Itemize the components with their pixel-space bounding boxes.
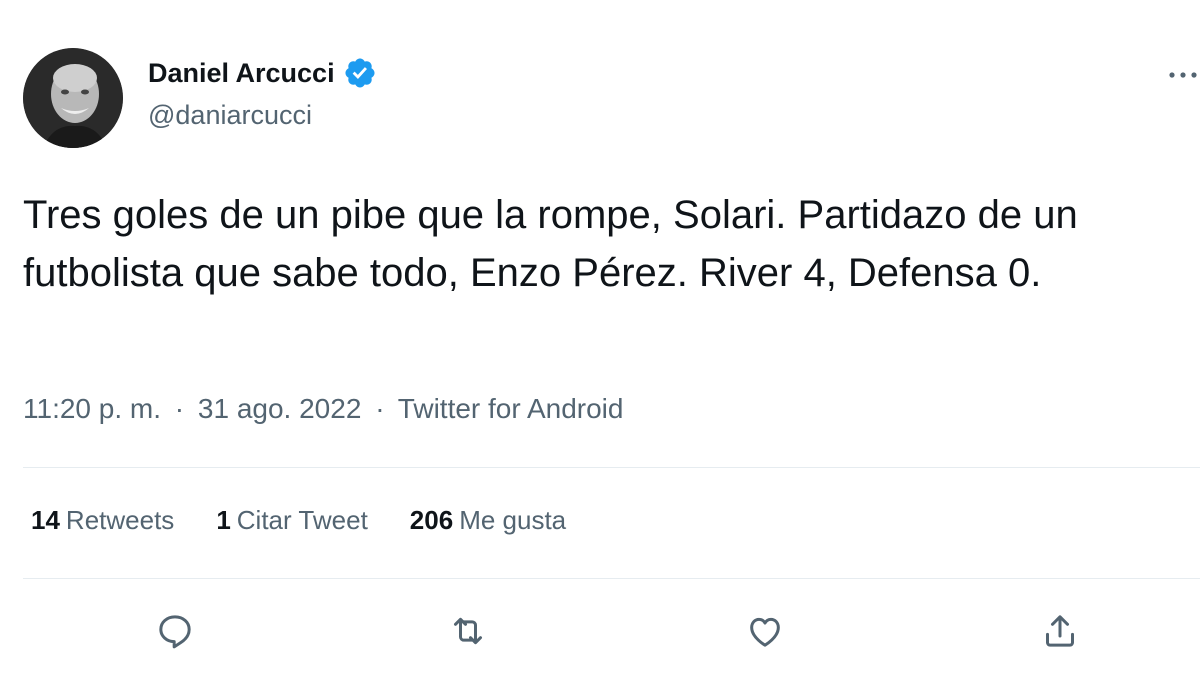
meta-separator: · bbox=[174, 393, 185, 424]
tweet-meta: 11:20 p. m. · 31 ago. 2022 · Twitter for… bbox=[23, 393, 623, 425]
reply-button[interactable] bbox=[150, 606, 200, 656]
retweet-button[interactable] bbox=[443, 606, 493, 656]
like-button[interactable] bbox=[740, 606, 790, 656]
likes-label: Me gusta bbox=[459, 505, 567, 535]
tweet-date[interactable]: 31 ago. 2022 bbox=[198, 393, 362, 424]
tweet-stats: 14 Retweets 1 Citar Tweet 206 Me gusta bbox=[31, 505, 566, 536]
divider bbox=[23, 578, 1200, 579]
heart-icon bbox=[750, 617, 780, 647]
tweet-time[interactable]: 11:20 p. m. bbox=[23, 393, 161, 424]
retweets-stat[interactable]: 14 Retweets bbox=[31, 505, 174, 536]
author-name-row: Daniel Arcucci bbox=[148, 56, 377, 90]
reply-icon bbox=[159, 615, 191, 649]
share-icon bbox=[1046, 615, 1074, 647]
tweet-actions bbox=[0, 606, 1200, 656]
avatar[interactable] bbox=[23, 48, 123, 148]
author-handle[interactable]: @daniarcucci bbox=[148, 100, 312, 131]
quotes-stat[interactable]: 1 Citar Tweet bbox=[216, 505, 367, 536]
quotes-count: 1 bbox=[216, 505, 231, 535]
divider bbox=[23, 467, 1200, 468]
likes-stat[interactable]: 206 Me gusta bbox=[410, 505, 566, 536]
share-button[interactable] bbox=[1035, 606, 1085, 656]
verified-badge-icon bbox=[343, 56, 377, 90]
avatar-photo bbox=[23, 48, 123, 148]
tweet-source[interactable]: Twitter for Android bbox=[398, 393, 624, 424]
likes-count: 206 bbox=[409, 505, 454, 535]
retweets-label: Retweets bbox=[65, 505, 175, 535]
tweet-card: Daniel Arcucci @daniarcucci Tres goles d… bbox=[0, 0, 1200, 675]
author-display-name[interactable]: Daniel Arcucci bbox=[148, 58, 335, 89]
meta-separator: · bbox=[375, 393, 385, 424]
tweet-text: Tres goles de un pibe que la rompe, Sola… bbox=[23, 193, 1078, 295]
quotes-label: Citar Tweet bbox=[236, 505, 368, 535]
retweet-icon bbox=[454, 617, 482, 645]
retweets-count: 14 bbox=[31, 505, 60, 535]
more-icon[interactable] bbox=[1166, 58, 1200, 92]
